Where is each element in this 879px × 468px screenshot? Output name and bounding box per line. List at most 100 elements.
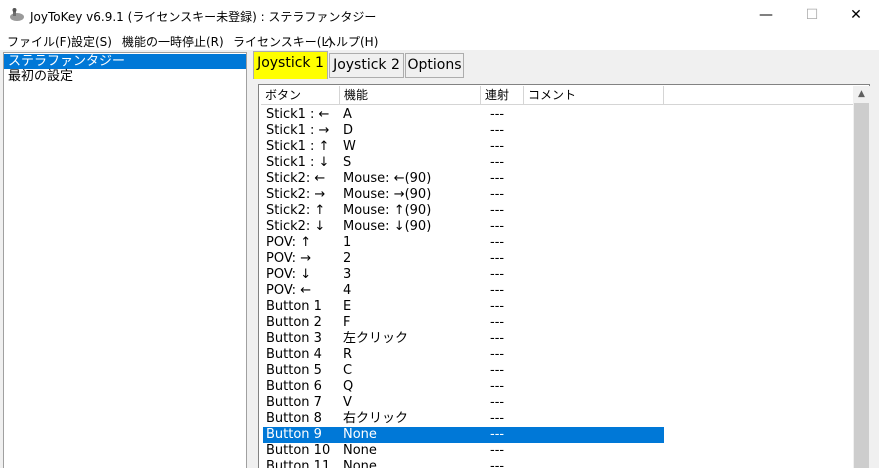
table-row[interactable]: Button 10 None --- [263,443,664,459]
row-function-cell: S [343,155,352,170]
column-header-function[interactable]: 機能 [340,86,481,105]
row-function-cell: None [343,427,377,442]
row-button-cell: Button 10 [266,443,331,458]
table-row[interactable]: Button 4 R --- [263,347,664,363]
row-button-cell: Stick2: ← [266,171,326,186]
menu-pause[interactable]: 機能の一時停止(R) [122,33,224,50]
row-repeat-cell: --- [490,251,505,266]
row-repeat-cell: --- [490,427,505,442]
row-repeat-cell: --- [490,139,505,154]
row-function-cell: D [343,123,354,138]
row-button-cell: POV: ↓ [266,267,312,282]
row-repeat-cell: --- [490,411,505,426]
joytokey-app-icon [10,8,24,21]
row-button-cell: Button 9 [266,427,322,442]
row-function-cell: 4 [343,283,352,298]
config-item-default[interactable]: 最初の設定 [6,69,73,84]
table-row[interactable]: POV: ↑ 1 --- [263,235,664,251]
row-button-cell: POV: ↑ [266,235,312,250]
table-row[interactable]: Button 3 左クリック --- [263,331,664,347]
row-repeat-cell: --- [490,443,505,458]
table-row[interactable]: Stick1 : ↓ S --- [263,155,664,171]
row-repeat-cell: --- [490,171,505,186]
row-repeat-cell: --- [490,283,505,298]
table-row[interactable]: Stick2: ↑ Mouse: ↑(90) --- [263,203,664,219]
table-row[interactable]: Button 6 Q --- [263,379,664,395]
table-row[interactable]: Button 8 右クリック --- [263,411,664,427]
row-repeat-cell: --- [490,155,505,170]
tab-options[interactable]: Options [405,53,464,78]
row-function-cell: 3 [343,267,352,282]
row-repeat-cell: --- [490,315,505,330]
row-function-cell: C [343,363,353,378]
menu-bar: ファイル(F) 設定(S) 機能の一時停止(R) ライセンスキー(L) ヘルプ(… [0,31,879,50]
config-list[interactable]: ステラファンタジー 最初の設定 [3,52,247,468]
tab-joystick-1[interactable]: Joystick 1 [253,51,328,79]
table-row[interactable]: Button 1 E --- [263,299,664,315]
row-button-cell: Button 1 [266,299,322,314]
column-header-comment[interactable]: コメント [524,86,664,105]
table-row[interactable]: Stick2: → Mouse: →(90) --- [263,187,664,203]
row-button-cell: Button 4 [266,347,322,362]
row-repeat-cell: --- [490,219,505,234]
row-function-cell: Q [343,379,354,394]
menu-settings[interactable]: 設定(S) [71,33,112,50]
table-row[interactable]: Button 5 C --- [263,363,664,379]
row-repeat-cell: --- [490,299,505,314]
row-button-cell: Button 2 [266,315,322,330]
row-function-cell: V [343,395,352,410]
table-row[interactable]: Stick2: ↓ Mouse: ↓(90) --- [263,219,664,235]
column-header-filler [664,86,854,105]
row-button-cell: Stick1 : → [266,123,330,138]
row-function-cell: None [343,459,377,468]
table-row[interactable]: Button 11 None --- [263,459,664,468]
window-title: JoyToKey v6.9.1 (ライセンスキー未登録) : ステラファンタジー [30,10,377,24]
row-function-cell: Mouse: ↑(90) [343,203,432,218]
menu-license[interactable]: ライセンスキー(L) [233,33,333,50]
row-repeat-cell: --- [490,203,505,218]
row-button-cell: POV: ← [266,283,312,298]
table-row[interactable]: Button 7 V --- [263,395,664,411]
row-repeat-cell: --- [490,331,505,346]
config-item-stella[interactable]: ステラファンタジー [4,54,246,69]
close-button[interactable]: ✕ [833,0,879,31]
column-header-repeat[interactable]: 連射 [481,86,524,105]
row-button-cell: Stick2: → [266,187,326,202]
row-repeat-cell: --- [490,459,505,468]
row-button-cell: Button 6 [266,379,322,394]
row-repeat-cell: --- [490,107,505,122]
row-button-cell: Button 3 [266,331,322,346]
menu-help[interactable]: ヘルプ(H) [324,33,378,50]
row-repeat-cell: --- [490,123,505,138]
minimize-button[interactable]: — [743,0,789,31]
scroll-thumb[interactable] [854,103,869,468]
row-function-cell: A [343,107,352,122]
row-button-cell: Button 8 [266,411,322,426]
table-row[interactable]: Button 2 F --- [263,315,664,331]
table-row[interactable]: Button 9 None --- [263,427,664,443]
row-function-cell: 右クリック [343,411,409,426]
row-button-cell: Stick1 : ↑ [266,139,330,154]
row-repeat-cell: --- [490,267,505,282]
row-function-cell: 左クリック [343,331,409,346]
row-button-cell: Stick1 : ← [266,107,330,122]
table-row[interactable]: Stick1 : → D --- [263,123,664,139]
column-header-button[interactable]: ボタン [261,86,340,105]
tab-joystick-2[interactable]: Joystick 2 [329,53,404,78]
row-function-cell: E [343,299,352,314]
vertical-scrollbar[interactable]: ▲ [853,86,870,468]
row-repeat-cell: --- [490,379,505,394]
table-row[interactable]: Stick2: ← Mouse: ←(90) --- [263,171,664,187]
maximize-button[interactable]: ☐ [789,0,835,31]
row-repeat-cell: --- [490,363,505,378]
table-row[interactable]: Stick1 : ← A --- [263,107,664,123]
table-row[interactable]: Stick1 : ↑ W --- [263,139,664,155]
table-row[interactable]: POV: ↓ 3 --- [263,267,664,283]
menu-file[interactable]: ファイル(F) [7,33,71,50]
splitter[interactable] [247,50,251,468]
row-button-cell: Stick2: ↑ [266,203,326,218]
table-row[interactable]: POV: → 2 --- [263,251,664,267]
row-button-cell: Button 7 [266,395,322,410]
table-row[interactable]: POV: ← 4 --- [263,283,664,299]
scroll-up-icon[interactable]: ▲ [853,86,870,103]
